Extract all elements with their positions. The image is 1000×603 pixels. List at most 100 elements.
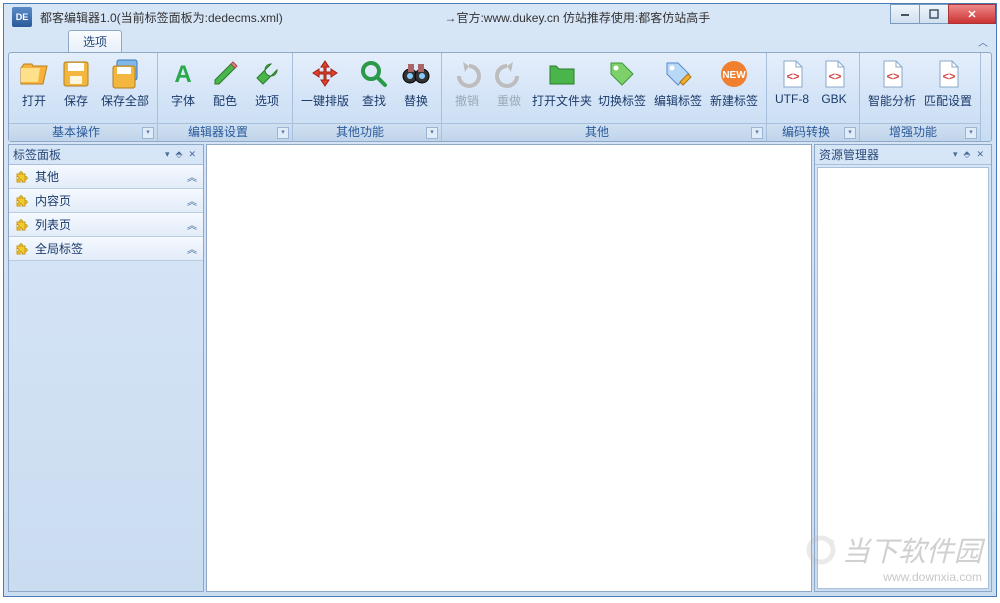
ribbon-collapse-chevron-icon[interactable]: ︿	[978, 34, 988, 49]
match-button[interactable]: <>匹配设置	[920, 56, 976, 111]
svg-text:<>: <>	[887, 71, 900, 83]
puzzle-icon	[15, 170, 29, 184]
doc-code-icon: <>	[876, 58, 908, 90]
left-panel-body: 其他︽内容页︽列表页︽全局标签︽	[9, 165, 203, 591]
undo-button: 撤销	[446, 56, 488, 111]
layout-button[interactable]: 一键排版	[297, 56, 353, 111]
puzzle-icon	[15, 218, 29, 232]
redo-button: 重做	[488, 56, 530, 111]
find-button[interactable]: 查找	[353, 56, 395, 111]
tag-edit-icon	[662, 58, 694, 90]
folder-green-icon	[546, 58, 578, 90]
titlebar-promo: →官方:www.dukey.cn 仿站推荐使用:都客仿站高手	[283, 9, 992, 26]
gbk-button[interactable]: <>GBK	[813, 56, 855, 108]
panel-close-icon[interactable]: ✕	[185, 149, 199, 160]
save-icon	[60, 58, 92, 90]
button-label: 保存全部	[101, 92, 149, 109]
button-label: 新建标签	[710, 92, 758, 109]
panel-close-icon[interactable]: ✕	[973, 149, 987, 160]
svg-text:<>: <>	[943, 71, 956, 83]
close-button[interactable]	[948, 4, 996, 24]
button-label: 保存	[64, 92, 88, 109]
ribbon-group-4: <>UTF-8<>GBK 编码转换	[767, 53, 860, 141]
window-controls	[891, 4, 996, 24]
color-button[interactable]: 配色	[204, 56, 246, 111]
binoculars-icon	[400, 58, 432, 90]
arrows-icon	[309, 58, 341, 90]
chevron-up-icon: ︽	[187, 217, 197, 232]
button-label: 查找	[362, 92, 386, 109]
ribbon: 打开 保存保存全部基本操作 A字体配色选项编辑器设置一键排版查找 替换其他功能撤销重做…	[8, 52, 992, 142]
ribbon-group-buttons: 打开 保存保存全部	[9, 53, 157, 123]
folder-open-icon	[18, 58, 50, 90]
titlebar: DE 都客编辑器1.0(当前标签面板为:dedecms.xml) →官方:www…	[4, 4, 996, 30]
right-panel-header: 资源管理器 ▾ ⬘ ✕	[815, 145, 991, 165]
button-label: 打开	[22, 92, 46, 109]
button-label: 打开文件夹	[532, 92, 592, 109]
ribbon-group-5: <> 智能分析<>匹配设置增强功能	[860, 53, 981, 141]
accordion-item-3[interactable]: 全局标签︽	[9, 237, 203, 261]
tag-green-icon	[606, 58, 638, 90]
undo-icon	[451, 58, 483, 90]
left-panel: 标签面板 ▾ ⬘ ✕ 其他︽内容页︽列表页︽全局标签︽	[8, 144, 204, 592]
button-label: 切换标签	[598, 92, 646, 109]
ribbon-group-label[interactable]: 增强功能	[860, 123, 980, 141]
ribbon-group-label[interactable]: 编码转换	[767, 123, 859, 141]
ribbon-group-buttons: 撤销重做打开文件夹切换标签编辑标签 NEW 新建标签	[442, 53, 766, 123]
button-label: 选项	[255, 92, 279, 109]
app-window: DE 都客编辑器1.0(当前标签面板为:dedecms.xml) →官方:www…	[3, 3, 997, 597]
panel-menu-icon[interactable]: ▾	[950, 149, 961, 160]
svg-text:NEW: NEW	[722, 70, 746, 81]
panel-pin-icon[interactable]: ⬘	[173, 149, 186, 160]
save-button[interactable]: 保存	[55, 56, 97, 111]
ribbon-group-label[interactable]: 基本操作	[9, 123, 157, 141]
panel-pin-icon[interactable]: ⬘	[961, 149, 974, 160]
button-label: 一键排版	[301, 92, 349, 109]
replace-button[interactable]: 替换	[395, 56, 437, 111]
search-icon	[358, 58, 390, 90]
accordion-label: 全局标签	[35, 240, 83, 257]
minimize-button[interactable]	[890, 4, 920, 24]
ribbon-tabstrip: 选项 ︿	[4, 30, 996, 52]
newtag-button[interactable]: NEW 新建标签	[706, 56, 762, 111]
ribbon-group-buttons: <> 智能分析<>匹配设置	[860, 53, 980, 123]
window-title: 都客编辑器1.0(当前标签面板为:dedecms.xml)	[40, 9, 283, 26]
redo-icon	[493, 58, 525, 90]
right-panel: 资源管理器 ▾ ⬘ ✕	[814, 144, 992, 592]
chevron-up-icon: ︽	[187, 193, 197, 208]
saveall-button[interactable]: 保存全部	[97, 56, 153, 111]
tab-options[interactable]: 选项	[68, 30, 122, 52]
accordion-label: 内容页	[35, 192, 71, 209]
content-area: 标签面板 ▾ ⬘ ✕ 其他︽内容页︽列表页︽全局标签︽ 资源管理器 ▾ ⬘ ✕	[4, 142, 996, 596]
font-button[interactable]: A字体	[162, 56, 204, 111]
accordion-item-0[interactable]: 其他︽	[9, 165, 203, 189]
doc-code-icon: <>	[932, 58, 964, 90]
button-label: 重做	[497, 92, 521, 109]
smart-button[interactable]: <> 智能分析	[864, 56, 920, 111]
ribbon-group-label[interactable]: 其他	[442, 123, 766, 141]
utf8-button[interactable]: <>UTF-8	[771, 56, 813, 108]
opts-button[interactable]: 选项	[246, 56, 288, 111]
edittag-button[interactable]: 编辑标签	[650, 56, 706, 111]
open-button[interactable]: 打开	[13, 56, 55, 111]
ribbon-group-label[interactable]: 其他功能	[293, 123, 441, 141]
ribbon-group-buttons: 一键排版查找 替换	[293, 53, 441, 123]
button-label: 智能分析	[868, 92, 916, 109]
new-icon: NEW	[718, 58, 750, 90]
left-panel-header: 标签面板 ▾ ⬘ ✕	[9, 145, 203, 165]
button-label: 字体	[171, 92, 195, 109]
maximize-button[interactable]	[919, 4, 949, 24]
accordion-item-2[interactable]: 列表页︽	[9, 213, 203, 237]
svg-text:<>: <>	[787, 71, 800, 83]
button-label: 替换	[404, 92, 428, 109]
ribbon-group-2: 一键排版查找 替换其他功能	[293, 53, 442, 141]
save-all-icon	[109, 58, 141, 90]
switchtag-button[interactable]: 切换标签	[594, 56, 650, 111]
right-panel-body	[817, 167, 989, 589]
accordion-item-1[interactable]: 内容页 ︽	[9, 189, 203, 213]
openfolder-button[interactable]: 打开文件夹	[530, 56, 594, 111]
ribbon-group-label[interactable]: 编辑器设置	[158, 123, 292, 141]
panel-menu-icon[interactable]: ▾	[162, 149, 173, 160]
accordion-label: 其他	[35, 168, 59, 185]
editor-area[interactable]	[206, 144, 812, 592]
